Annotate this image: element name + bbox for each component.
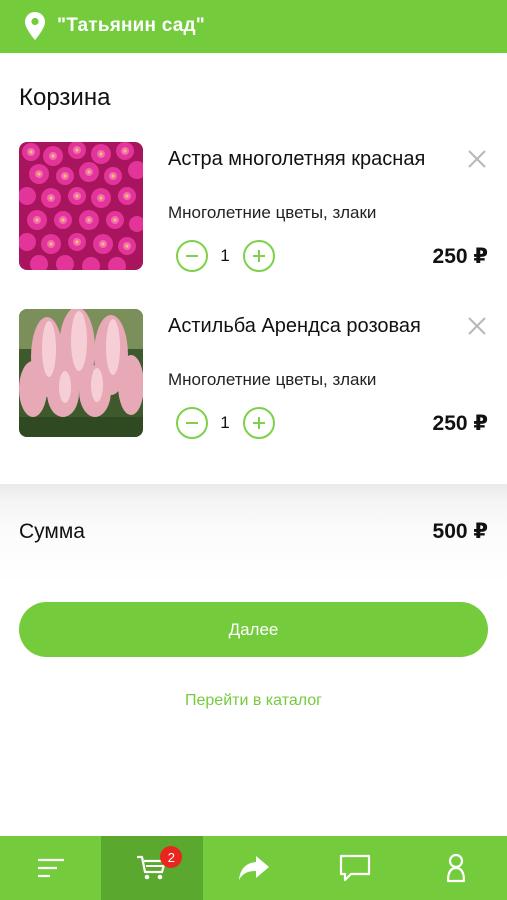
profile-icon: [447, 853, 466, 883]
product-image-astilbe[interactable]: [19, 309, 143, 437]
cart-count-badge: 2: [160, 846, 183, 868]
page-title: Корзина: [19, 84, 111, 111]
minus-icon: [186, 422, 198, 424]
minus-icon: [186, 255, 198, 257]
product-image-aster[interactable]: [19, 142, 143, 270]
bottom-tab-bar: 2: [0, 836, 507, 900]
location-pin-icon[interactable]: [25, 12, 45, 40]
sum-label: Сумма: [19, 520, 85, 543]
chat-icon: [339, 854, 371, 882]
item-name[interactable]: Астра многолетняя красная: [168, 146, 428, 173]
tab-cart[interactable]: 2: [101, 836, 203, 900]
item-price: 250 ₽: [432, 245, 488, 268]
cart-item: Астра многолетняя красная Многолетние цв…: [0, 142, 507, 272]
sum-total: 500 ₽: [432, 520, 488, 543]
remove-item-button[interactable]: [466, 315, 488, 337]
quantity-value: 1: [220, 413, 230, 432]
decrease-quantity-button[interactable]: [176, 407, 208, 439]
item-category: Многолетние цветы, злаки: [168, 370, 377, 389]
menu-icon: [37, 858, 64, 878]
plus-icon: [253, 250, 265, 262]
item-name[interactable]: Астильба Арендса розовая: [168, 313, 428, 340]
item-price: 250 ₽: [432, 412, 488, 435]
go-to-catalog-link[interactable]: Перейти в каталог: [0, 692, 507, 710]
item-category: Многолетние цветы, злаки: [168, 203, 377, 222]
share-icon: [238, 856, 269, 880]
quantity-value: 1: [220, 246, 230, 265]
increase-quantity-button[interactable]: [243, 407, 275, 439]
next-button[interactable]: Далее: [19, 602, 488, 657]
decrease-quantity-button[interactable]: [176, 240, 208, 272]
top-bar: "Татьянин сад": [0, 0, 507, 53]
tab-share[interactable]: [203, 836, 304, 900]
plus-icon: [253, 417, 265, 429]
store-name[interactable]: "Татьянин сад": [57, 15, 205, 37]
order-summary: Сумма 500 ₽: [0, 484, 507, 584]
remove-item-button[interactable]: [466, 148, 488, 170]
increase-quantity-button[interactable]: [243, 240, 275, 272]
tab-menu[interactable]: [0, 836, 101, 900]
cart-item: Астильба Арендса розовая Многолетние цве…: [0, 309, 507, 439]
tab-profile[interactable]: [406, 836, 507, 900]
tab-chat[interactable]: [304, 836, 405, 900]
